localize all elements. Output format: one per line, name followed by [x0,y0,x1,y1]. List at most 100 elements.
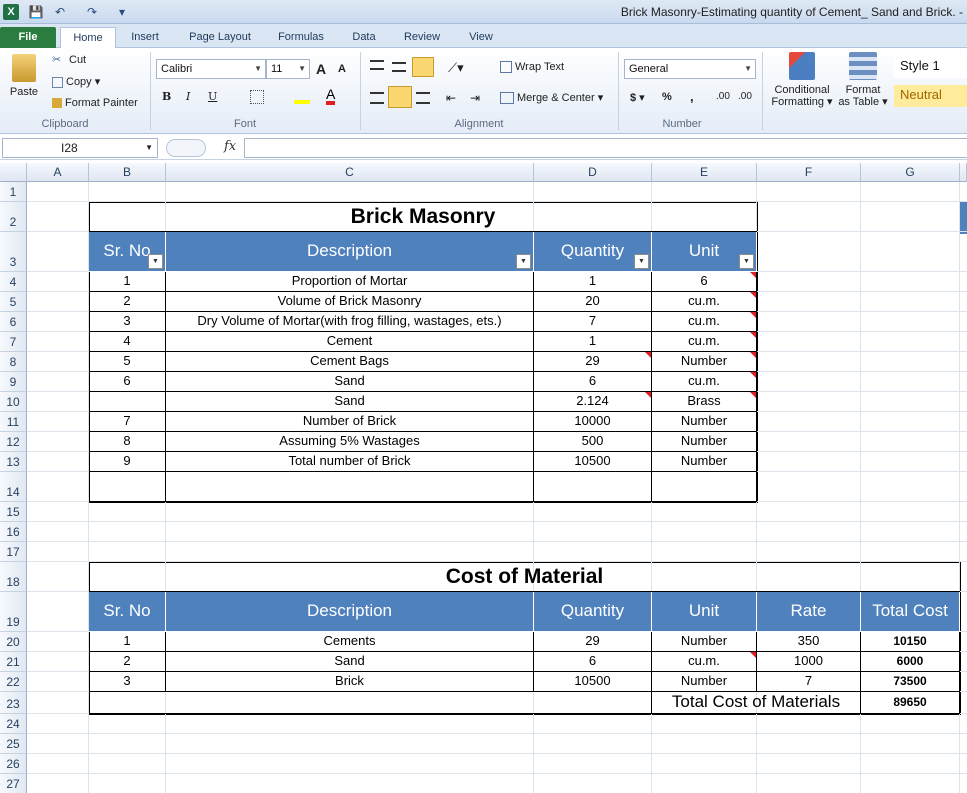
brick-masonry-cell[interactable]: Brass [652,392,757,412]
column-header-g[interactable]: G [861,163,960,182]
brick-masonry-cell[interactable]: Proportion of Mortar [166,272,534,292]
row-header-2[interactable]: 2 [0,202,27,232]
brick-masonry-cell[interactable] [166,472,534,502]
font-color-button[interactable]: A [326,87,336,105]
italic-button[interactable]: I [186,90,190,103]
brick-masonry-cell[interactable]: 4 [89,332,166,352]
cost-cell[interactable]: 29 [534,632,652,652]
brick-masonry-cell[interactable]: cu.m. [652,332,757,352]
brick-masonry-quantity-header[interactable]: Quantity ▼ [534,232,652,272]
column-header-f[interactable]: F [757,163,861,182]
tab-formulas[interactable]: Formulas [270,27,332,48]
row-header-20[interactable]: 20 [0,632,27,652]
brick-masonry-cell[interactable]: 500 [534,432,652,452]
brick-masonry-cell[interactable]: 9 [89,452,166,472]
brick-masonry-cell[interactable]: 1 [534,272,652,292]
borders-button[interactable] [250,90,264,104]
increase-indent-icon[interactable]: ⇥ [470,91,480,105]
align-right-button[interactable] [416,92,430,104]
currency-button[interactable]: $ ▾ [630,91,645,104]
wrap-text-button[interactable]: Wrap Text [500,61,564,74]
paste-button[interactable]: Paste [4,54,44,98]
brick-masonry-cell[interactable]: Number of Brick [166,412,534,432]
cost-unit-header[interactable]: Unit [652,592,757,632]
column-header-d[interactable]: D [534,163,652,182]
formula-input[interactable] [244,138,967,158]
undo-icon[interactable]: ↶ [52,4,68,20]
fill-color-button[interactable] [294,90,310,104]
row-header-8[interactable]: 8 [0,352,27,372]
row-header-24[interactable]: 24 [0,714,27,734]
cost-cell[interactable]: Brick [166,672,534,692]
tab-data[interactable]: Data [342,27,386,48]
brick-masonry-cell[interactable]: cu.m. [652,312,757,332]
increase-decimal-button[interactable]: .00 [716,91,730,102]
underline-button[interactable]: U [208,90,217,103]
row-header-11[interactable]: 11 [0,412,27,432]
brick-masonry-cell[interactable]: Number [652,452,757,472]
comma-button[interactable]: , [690,89,694,104]
column-header-e[interactable]: E [652,163,757,182]
align-center-button[interactable] [388,86,412,108]
tab-insert[interactable]: Insert [120,27,170,48]
row-header-12[interactable]: 12 [0,432,27,452]
brick-masonry-unit-header[interactable]: Unit ▼ [652,232,757,272]
brick-masonry-cell[interactable]: 1 [89,272,166,292]
row-header-22[interactable]: 22 [0,672,27,692]
brick-masonry-sr-no-header[interactable]: Sr. No ▼ [89,232,166,272]
percent-button[interactable]: % [662,91,672,103]
shrink-font-button[interactable]: A [338,63,346,75]
column-header-a[interactable]: A [27,163,89,182]
row-header-13[interactable]: 13 [0,452,27,472]
align-middle-button[interactable] [392,62,406,72]
cost-of-material-title[interactable]: Cost of Material [89,562,960,592]
filter-dropdown-icon[interactable]: ▼ [739,254,754,269]
cell-style-style1[interactable]: Style 1 [894,56,967,78]
brick-masonry-cell[interactable]: Sand [166,372,534,392]
column-header-c[interactable]: C [166,163,534,182]
brick-masonry-cell[interactable]: 7 [534,312,652,332]
cost-total-cost-header[interactable]: Total Cost [861,592,960,632]
orientation-icon[interactable]: ⟋▾ [448,60,464,76]
format-painter-button[interactable]: Format Painter [52,97,138,109]
cost-sr-no-header[interactable]: Sr. No [89,592,166,632]
row-header-9[interactable]: 9 [0,372,27,392]
tab-home[interactable]: Home [60,27,116,48]
cost-cell[interactable]: Number [652,672,757,692]
brick-masonry-cell[interactable]: 6 [89,372,166,392]
row-header-17[interactable]: 17 [0,542,27,562]
redo-icon[interactable]: ↷ [84,4,100,20]
brick-masonry-cell[interactable]: Number [652,352,757,372]
row-header-5[interactable]: 5 [0,292,27,312]
cost-total-label[interactable]: Total Cost of Materials [652,692,861,714]
brick-masonry-cell[interactable]: Sand [166,392,534,412]
cost-cell[interactable]: 1 [89,632,166,652]
format-as-table-button[interactable]: Format as Table ▾ [838,52,888,108]
bold-button[interactable]: B [162,90,171,103]
cost-total-blank[interactable] [89,692,652,714]
cost-cell[interactable]: 10500 [534,672,652,692]
cost-cell[interactable]: 3 [89,672,166,692]
brick-masonry-cell[interactable]: 7 [89,412,166,432]
brick-masonry-cell[interactable]: Assuming 5% Wastages [166,432,534,452]
tab-file[interactable]: File [0,27,56,48]
align-left-button[interactable] [370,92,384,104]
brick-masonry-cell[interactable] [89,392,166,412]
copy-button[interactable]: Copy ▾ [52,75,100,88]
brick-masonry-cell[interactable] [89,472,166,502]
cost-cell[interactable]: 7 [757,672,861,692]
cost-rate-header[interactable]: Rate [757,592,861,632]
tab-view[interactable]: View [458,27,504,48]
brick-masonry-cell[interactable]: Number [652,412,757,432]
brick-masonry-title[interactable]: Brick Masonry [89,202,757,232]
merge-center-button[interactable]: Merge & Center ▾ [500,91,603,105]
row-header-19[interactable]: 19 [0,592,27,632]
cost-cell[interactable]: Sand [166,652,534,672]
brick-masonry-cell[interactable]: 2 [89,292,166,312]
brick-masonry-cell[interactable]: 5 [89,352,166,372]
cost-quantity-header[interactable]: Quantity [534,592,652,632]
row-header-4[interactable]: 4 [0,272,27,292]
insert-function-icon[interactable]: fx [224,139,236,154]
brick-masonry-cell[interactable]: cu.m. [652,292,757,312]
cost-cell[interactable]: 10150 [861,632,960,652]
